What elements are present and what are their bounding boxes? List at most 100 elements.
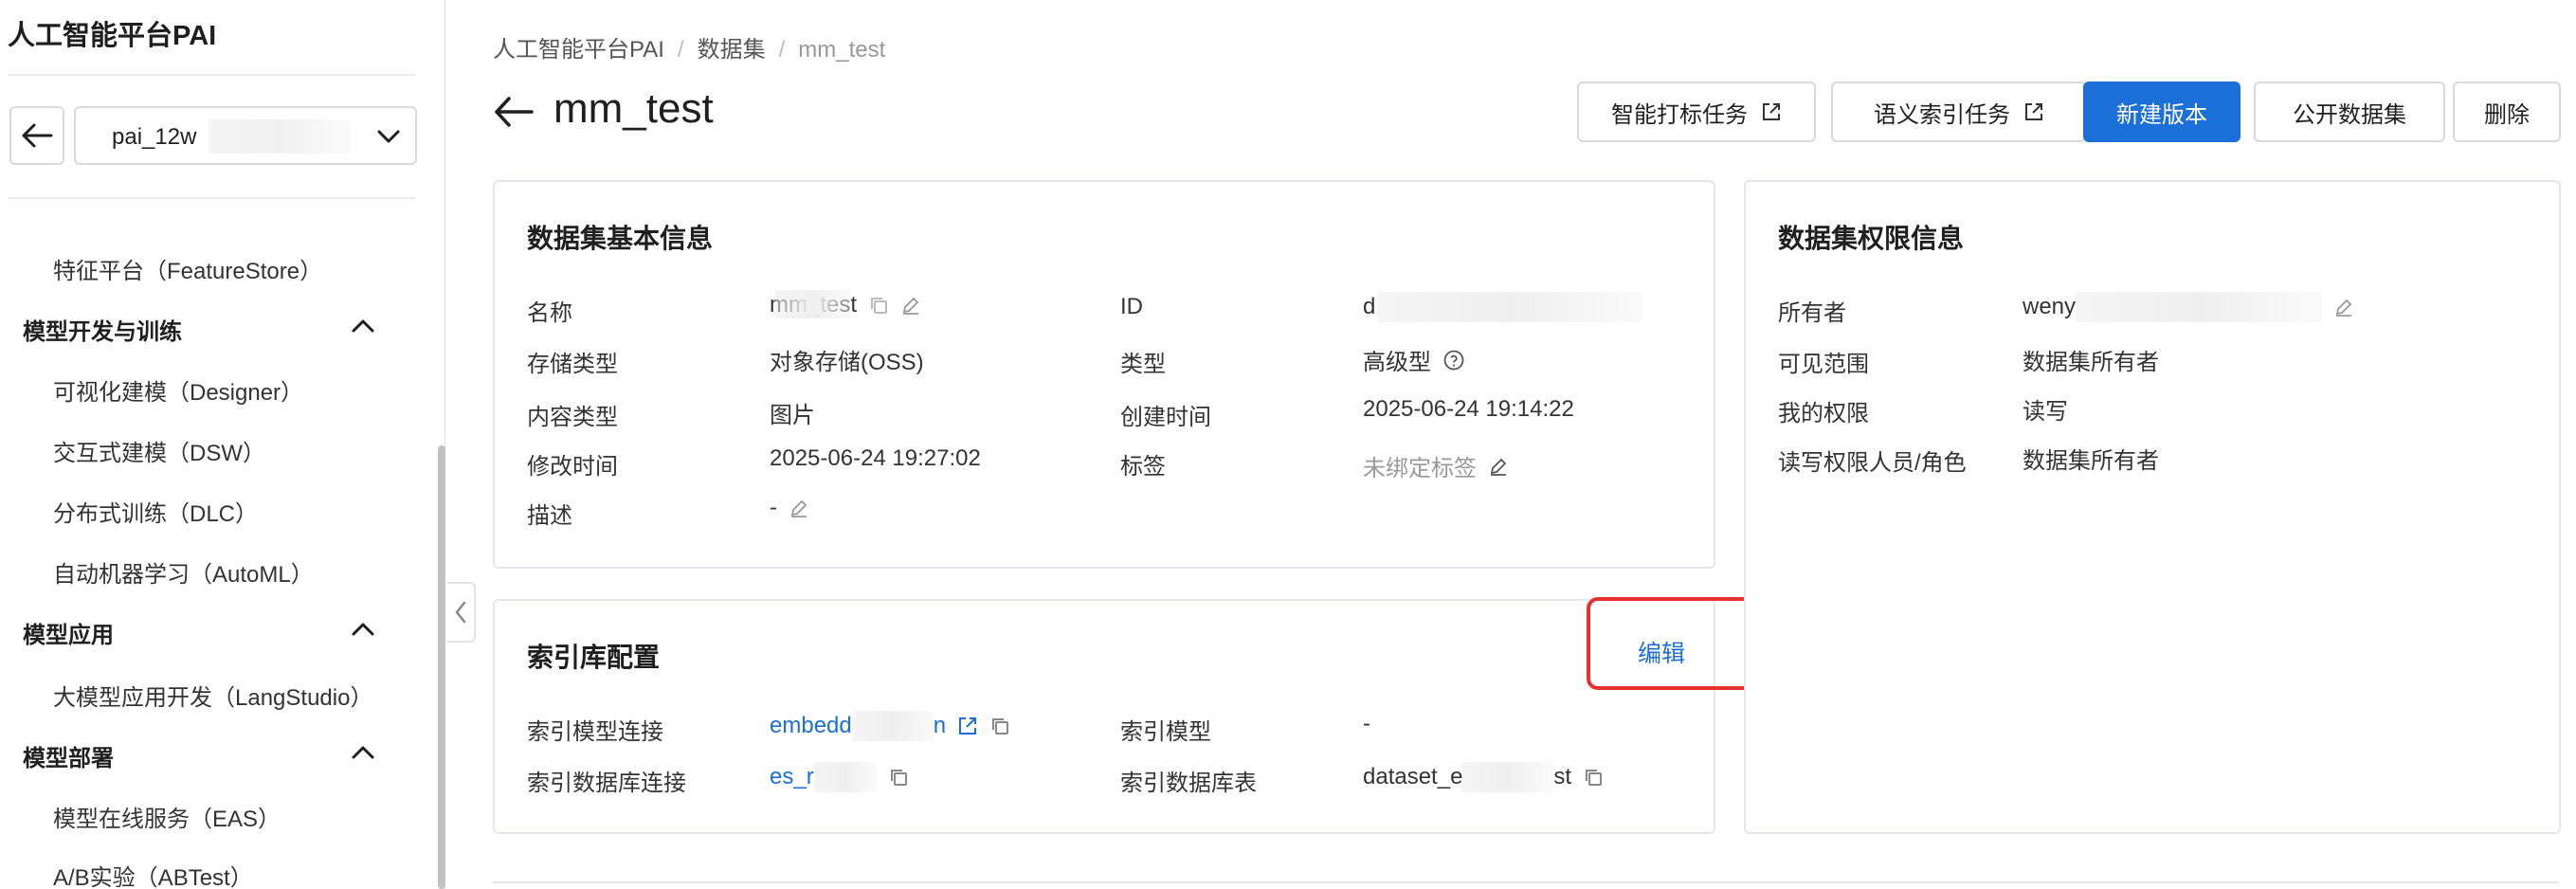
redacted-mask [813,762,877,792]
sidebar-item-designer[interactable]: 可视化建模（Designer） [53,373,303,407]
breadcrumb-datasets[interactable]: 数据集 [698,37,766,63]
tags-value: 未绑定标签 [1363,449,1509,482]
description-value: - [770,495,809,521]
external-link-icon [2025,103,2042,120]
sidebar-item-langstudio[interactable]: 大模型应用开发（LangStudio） [53,679,372,712]
id-label: ID [1120,294,1143,319]
sidebar-item-abtest[interactable]: A/B实验（ABTest） [53,859,253,889]
workspace-select[interactable]: pai_12w [74,106,417,165]
my-permission-value: 读写 [2023,399,2068,425]
id-text: d [1363,294,1376,319]
index-db-table-suffix: st [1553,764,1572,789]
basic-info-title: 数据集基本信息 [527,224,714,253]
content-type-value: 图片 [770,403,815,428]
sidebar-item-dsw[interactable]: 交互式建模（DSW） [53,434,265,467]
modified-time-label: 修改时间 [527,454,618,480]
sidebar-group-model-dev[interactable]: 模型开发与训练 [23,313,182,346]
index-model-connection-suffix: n [933,713,947,738]
redacted-mask [1462,762,1554,792]
sidebar-collapse-button[interactable] [447,582,476,643]
index-db-table-label: 索引数据库表 [1120,771,1257,796]
content-type-label: 内容类型 [527,405,618,430]
edit-icon[interactable] [789,498,809,518]
index-config-title: 索引库配置 [527,643,661,672]
redacted-mask [1377,292,1643,322]
arrow-left-icon [22,123,53,148]
sidebar-divider [8,74,415,76]
sidebar-divider [8,197,415,199]
name-value: mm_test [770,290,921,318]
copy-icon[interactable] [868,295,889,316]
sidebar-scrollbar[interactable] [438,445,445,889]
sidebar-item-dlc[interactable]: 分布式训练（DLC） [53,495,258,528]
delete-button[interactable]: 删除 [2453,82,2561,142]
semantic-index-task-button[interactable]: 语义索引任务 [1831,82,2087,142]
page-back-button[interactable] [493,95,535,129]
smart-label-task-button[interactable]: 智能打标任务 [1577,82,1816,142]
index-db-table-value: dataset_e st [1363,762,1604,792]
chevron-down-icon [377,130,400,143]
index-model-connection-value[interactable]: embedd n [770,711,1010,741]
new-version-button[interactable]: 新建版本 [2083,82,2240,142]
description-text: - [770,495,777,520]
type-label: 类型 [1120,352,1166,377]
copy-icon[interactable] [888,767,909,788]
id-value: d [1363,292,1643,322]
index-config-card: 索引库配置 索引模型连接 embedd n 索引模型 - 索引数据库连接 es_… [493,599,1715,834]
rw-members-label: 读写权限人员/角色 [1778,450,1967,476]
breadcrumb: 人工智能平台PAI / 数据集 / mm_test [493,37,886,63]
owner-label: 所有者 [1778,300,1846,326]
copy-icon[interactable] [1583,767,1604,788]
help-icon[interactable] [1442,349,1465,372]
storage-type-value: 对象存储(OSS) [770,350,924,375]
permission-card: 数据集权限信息 所有者 weny 可见范围 数据集所有者 我的权限 读写 读写权… [1744,180,2561,834]
index-model-label: 索引模型 [1120,719,1211,745]
arrow-left-icon [495,97,534,127]
sidebar-item-featurestore[interactable]: 特征平台（FeatureStore） [53,252,322,285]
index-db-connection-label: 索引数据库连接 [527,771,686,796]
index-model-connection-text: embedd [770,713,852,738]
sidebar-item-eas[interactable]: 模型在线服务（EAS） [53,800,281,833]
basic-info-card: 数据集基本信息 名称 mm_test ID d 存储类型 对象存储(OSS) 类… [493,180,1715,569]
index-db-connection-text: es_r [770,764,814,789]
copy-icon[interactable] [989,716,1010,736]
index-model-connection-label: 索引模型连接 [527,719,663,745]
type-text: 高级型 [1363,350,1431,375]
storage-type-label: 存储类型 [527,352,618,377]
type-value: 高级型 [1363,343,1465,376]
index-model-value: - [1363,711,1370,736]
visibility-scope-label: 可见范围 [1778,352,1869,377]
index-db-connection-value[interactable]: es_r [770,762,909,792]
workspace-back-button[interactable] [9,106,64,165]
page-title: mm_test [553,85,714,132]
edit-icon[interactable] [900,295,921,316]
redacted-mask [851,711,934,741]
workspace-name: pai_12w [112,124,197,150]
breadcrumb-root[interactable]: 人工智能平台PAI [493,37,664,63]
tags-text: 未绑定标签 [1363,456,1477,481]
sidebar-title: 人工智能平台PAI [8,21,217,51]
chevron-up-icon [352,319,374,333]
section-divider [493,881,2559,883]
chevron-up-icon [352,623,374,636]
my-permission-label: 我的权限 [1778,401,1869,426]
edit-icon[interactable] [2333,297,2354,318]
highlight-box [1587,597,1765,690]
created-time-value: 2025-06-24 19:14:22 [1363,396,1574,422]
sidebar-group-model-app[interactable]: 模型应用 [23,616,114,649]
breadcrumb-current: mm_test [798,37,886,63]
created-time-label: 创建时间 [1120,405,1211,430]
publish-dataset-button[interactable]: 公开数据集 [2254,82,2445,142]
sidebar: 人工智能平台PAI pai_12w 特征平台（FeatureStore） 模型开… [0,0,445,889]
sidebar-item-automl[interactable]: 自动机器学习（AutoML） [53,555,314,589]
edit-icon[interactable] [1488,456,1509,477]
visibility-scope-value: 数据集所有者 [2023,350,2159,375]
rw-members-value: 数据集所有者 [2023,448,2159,474]
external-link-icon [1763,103,1780,120]
description-label: 描述 [527,503,572,529]
redacted-mask [2076,292,2323,322]
sidebar-group-model-deploy[interactable]: 模型部署 [23,739,114,772]
external-link-icon[interactable] [957,716,978,736]
redacted-mask [209,119,351,154]
owner-value: weny [2023,292,2354,322]
